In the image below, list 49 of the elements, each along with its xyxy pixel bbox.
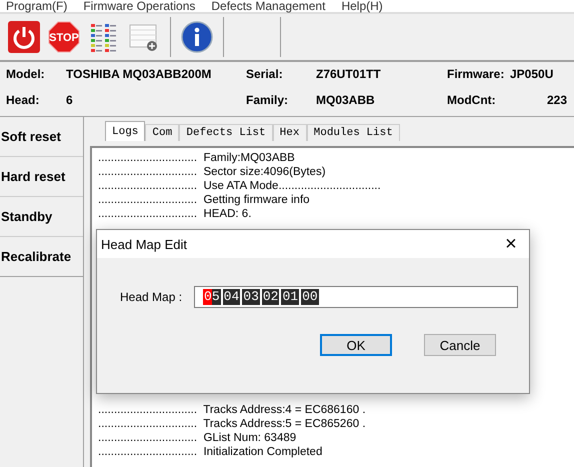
tab[interactable]: Defects List [179,124,273,141]
log-line: ............................... Sector size:4096(Bytes) [98,165,327,179]
dialog-button[interactable]: OK [320,334,392,356]
stop-sign-icon[interactable]: STOP [48,21,80,53]
table-add-icon[interactable] [129,22,159,52]
field-value: JP050U [510,67,554,81]
field-label: Model: [6,67,46,81]
menu-item[interactable]: Help(H) [341,0,383,12]
menu-item[interactable]: Defects Management [211,0,326,12]
menu-item[interactable]: Program(F) [6,0,68,12]
field-value: 223 [546,93,567,107]
log-line: ............................... Getting firmware info [98,193,311,207]
field-label: Firmware: [447,67,506,81]
list-icon[interactable] [89,22,119,52]
action-button[interactable]: Standby [0,197,83,237]
field-value: 6 [66,93,74,107]
log-line: ............................... Initialization Completed [98,445,324,459]
power-icon[interactable] [8,21,40,53]
head-map-value: 02 [262,289,280,305]
field-value: TOSHIBA MQ03ABB200M [66,67,212,81]
field-label: Family: [246,93,290,107]
dialog-title: Head Map Edit [101,236,187,252]
log-line: ............................... Use ATA Mode................................ [98,179,382,193]
tab[interactable]: Com [145,124,180,141]
log-line: ............................... Tracks Address:5 = EC865260 . [98,417,367,431]
log-line: ............................... GList Num: 63489 [98,431,298,445]
log-line: ............................... Tracks Address:4 = EC686160 . [98,403,367,417]
tab[interactable]: Logs [105,121,146,141]
menu-item[interactable]: Firmware Operations [83,0,196,12]
field-label: Head Map : [120,290,182,304]
field-label: Head: [6,93,40,107]
head-map-value: 04 [222,289,240,305]
action-button[interactable]: Recalibrate [0,237,83,277]
close-button[interactable]: × [493,230,529,258]
tab[interactable]: Hex [272,124,307,141]
tab[interactable]: Modules List [306,124,400,141]
head-map-value: 03 [242,289,260,305]
field-label: ModCnt: [447,93,497,107]
log-line: ............................... Family:MQ03ABB [98,151,296,165]
field-value: MQ03ABB [316,93,376,107]
action-button[interactable]: Hard reset [0,157,83,197]
dialog-button[interactable]: Cancle [424,334,496,356]
head-map-value: 00 [301,289,319,305]
action-button[interactable]: Soft reset [0,117,83,157]
log-line: ............................... HEAD: 6. [98,207,252,221]
info-icon[interactable] [181,21,213,53]
head-map-value: 01 [281,289,300,305]
field-value: Z76UT01TT [316,67,382,81]
field-label: Serial: [246,67,284,81]
